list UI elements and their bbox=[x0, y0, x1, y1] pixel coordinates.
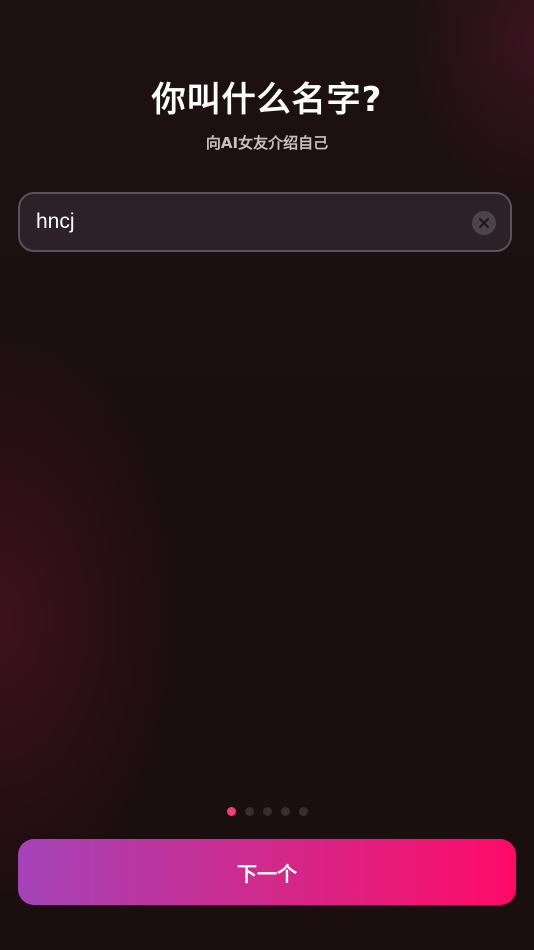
next-button[interactable]: 下一个 bbox=[18, 839, 516, 905]
onboarding-screen: 你叫什么名字? 向AI女友介绍自己 下一个 bbox=[0, 0, 534, 950]
name-field[interactable] bbox=[18, 192, 512, 252]
name-input[interactable] bbox=[36, 194, 456, 250]
clear-button[interactable] bbox=[472, 211, 496, 235]
page-subtitle: 向AI女友介绍自己 bbox=[205, 134, 329, 152]
close-icon bbox=[479, 218, 489, 228]
page-indicator bbox=[0, 807, 534, 816]
page-dot-5 bbox=[298, 807, 308, 816]
page-title: 你叫什么名字? bbox=[151, 80, 383, 120]
next-button-label: 下一个 bbox=[237, 861, 297, 886]
page-dot-4 bbox=[280, 807, 290, 816]
page-dot-1 bbox=[226, 807, 236, 816]
page-dot-3 bbox=[262, 807, 272, 816]
page-dot-2 bbox=[244, 807, 254, 816]
